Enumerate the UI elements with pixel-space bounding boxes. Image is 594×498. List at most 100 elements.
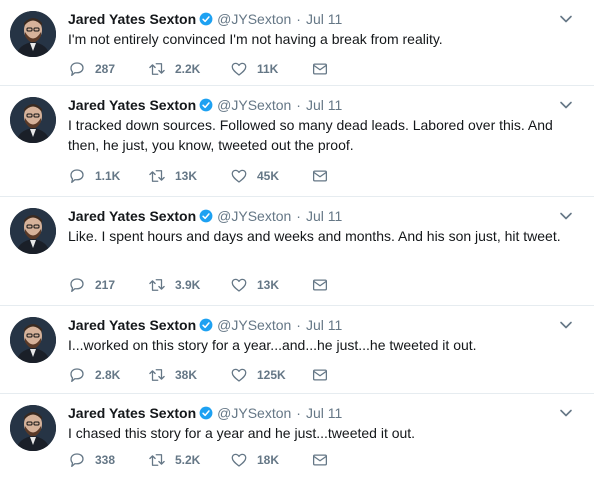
author-name[interactable]: Jared Yates Sexton: [68, 317, 196, 333]
chevron-down-icon[interactable]: [558, 97, 574, 113]
heart-icon: [231, 62, 247, 76]
avatar[interactable]: [10, 317, 56, 363]
envelope-icon: [312, 454, 328, 466]
heart-icon: [231, 368, 247, 382]
tweet-text: Like. I spent hours and days and weeks a…: [68, 228, 561, 244]
reply-button[interactable]: 2.8K: [68, 366, 148, 384]
tweet-header: Jared Yates Sexton @JYSexton · Jul 11: [68, 9, 342, 29]
reply-icon: [70, 278, 84, 293]
author-name[interactable]: Jared Yates Sexton: [68, 208, 196, 224]
tweet[interactable]: Jared Yates Sexton @JYSexton · Jul 11 I …: [0, 394, 594, 498]
tweet-header: Jared Yates Sexton @JYSexton · Jul 11: [68, 315, 342, 335]
chevron-down-icon[interactable]: [558, 11, 574, 27]
envelope-icon: [312, 369, 328, 381]
reply-button[interactable]: 217: [68, 276, 148, 294]
tweet-text: I chased this story for a year and he ju…: [68, 425, 416, 441]
reply-count: 1.1K: [95, 169, 121, 183]
retweet-count: 13K: [175, 169, 198, 183]
reply-count: 217: [95, 278, 116, 292]
avatar[interactable]: [10, 97, 56, 143]
avatar[interactable]: [10, 405, 56, 451]
tweet-date[interactable]: Jul 11: [306, 208, 342, 224]
avatar[interactable]: [10, 208, 56, 254]
tweet-actions: 2.8K 38K 125K: [68, 365, 341, 385]
verified-badge-icon: [199, 318, 213, 332]
tweet-timeline: Jared Yates Sexton @JYSexton · Jul 11 I'…: [0, 0, 594, 498]
tweet-text: I tracked down sources. Followed so many…: [68, 117, 553, 153]
chevron-down-icon[interactable]: [558, 317, 574, 333]
direct-message-button[interactable]: [311, 167, 341, 185]
retweet-count: 3.9K: [175, 278, 201, 292]
tweet-text: I...worked on this story for a year...an…: [68, 337, 477, 353]
tweet[interactable]: Jared Yates Sexton @JYSexton · Jul 11 I.…: [0, 306, 594, 394]
reply-icon: [70, 368, 84, 383]
reply-count: 2.8K: [95, 368, 121, 382]
tweet-date[interactable]: Jul 11: [306, 11, 342, 27]
tweet-date[interactable]: Jul 11: [306, 317, 342, 333]
envelope-icon: [312, 170, 328, 182]
like-button[interactable]: 18K: [230, 451, 311, 469]
reply-icon: [70, 62, 84, 77]
retweet-icon: [149, 170, 165, 182]
separator-dot: ·: [296, 405, 301, 421]
reply-icon: [70, 453, 84, 468]
tweet-actions: 1.1K 13K 45K: [68, 166, 341, 186]
author-name[interactable]: Jared Yates Sexton: [68, 97, 196, 113]
tweet-actions: 338 5.2K 18K: [68, 450, 341, 470]
tweet[interactable]: Jared Yates Sexton @JYSexton · Jul 11 Li…: [0, 197, 594, 306]
chevron-down-icon[interactable]: [558, 405, 574, 421]
retweet-button[interactable]: 38K: [148, 366, 230, 384]
verified-badge-icon: [199, 406, 213, 420]
like-button[interactable]: 45K: [230, 167, 311, 185]
author-handle[interactable]: @JYSexton: [217, 405, 291, 421]
author-name[interactable]: Jared Yates Sexton: [68, 405, 196, 421]
direct-message-button[interactable]: [311, 276, 341, 294]
tweet-header: Jared Yates Sexton @JYSexton · Jul 11: [68, 95, 342, 115]
envelope-icon: [312, 63, 328, 75]
like-count: 11K: [257, 62, 279, 76]
like-count: 125K: [257, 368, 286, 382]
chevron-down-icon[interactable]: [558, 208, 574, 224]
tweet-header: Jared Yates Sexton @JYSexton · Jul 11: [68, 403, 342, 423]
like-count: 18K: [257, 453, 280, 467]
separator-dot: ·: [296, 208, 301, 224]
tweet-date[interactable]: Jul 11: [306, 97, 342, 113]
retweet-button[interactable]: 13K: [148, 167, 230, 185]
reply-icon: [70, 169, 84, 184]
retweet-icon: [149, 369, 165, 381]
retweet-button[interactable]: 5.2K: [148, 451, 230, 469]
author-handle[interactable]: @JYSexton: [217, 11, 291, 27]
direct-message-button[interactable]: [311, 366, 341, 384]
reply-count: 287: [95, 62, 116, 76]
like-button[interactable]: 11K: [230, 60, 311, 78]
like-button[interactable]: 13K: [230, 276, 311, 294]
tweet-actions: 217 3.9K 13K: [68, 275, 341, 295]
author-handle[interactable]: @JYSexton: [217, 97, 291, 113]
tweet[interactable]: Jared Yates Sexton @JYSexton · Jul 11 I …: [0, 86, 594, 197]
tweet-text: I'm not entirely convinced I'm not havin…: [68, 31, 443, 47]
tweet-date[interactable]: Jul 11: [306, 405, 342, 421]
like-count: 45K: [257, 169, 280, 183]
reply-button[interactable]: 338: [68, 451, 148, 469]
tweet-actions: 287 2.2K 11K: [68, 59, 341, 79]
author-name[interactable]: Jared Yates Sexton: [68, 11, 196, 27]
reply-button[interactable]: 287: [68, 60, 148, 78]
author-handle[interactable]: @JYSexton: [217, 317, 291, 333]
avatar[interactable]: [10, 11, 56, 57]
verified-badge-icon: [199, 209, 213, 223]
direct-message-button[interactable]: [311, 60, 341, 78]
like-button[interactable]: 125K: [230, 366, 311, 384]
verified-badge-icon: [199, 12, 213, 26]
retweet-button[interactable]: 3.9K: [148, 276, 230, 294]
author-handle[interactable]: @JYSexton: [217, 208, 291, 224]
reply-button[interactable]: 1.1K: [68, 167, 148, 185]
separator-dot: ·: [296, 317, 301, 333]
heart-icon: [231, 169, 247, 183]
retweet-count: 5.2K: [175, 453, 201, 467]
separator-dot: ·: [296, 11, 301, 27]
retweet-icon: [149, 279, 165, 291]
separator-dot: ·: [296, 97, 301, 113]
retweet-button[interactable]: 2.2K: [148, 60, 230, 78]
direct-message-button[interactable]: [311, 451, 341, 469]
tweet[interactable]: Jared Yates Sexton @JYSexton · Jul 11 I'…: [0, 0, 594, 86]
